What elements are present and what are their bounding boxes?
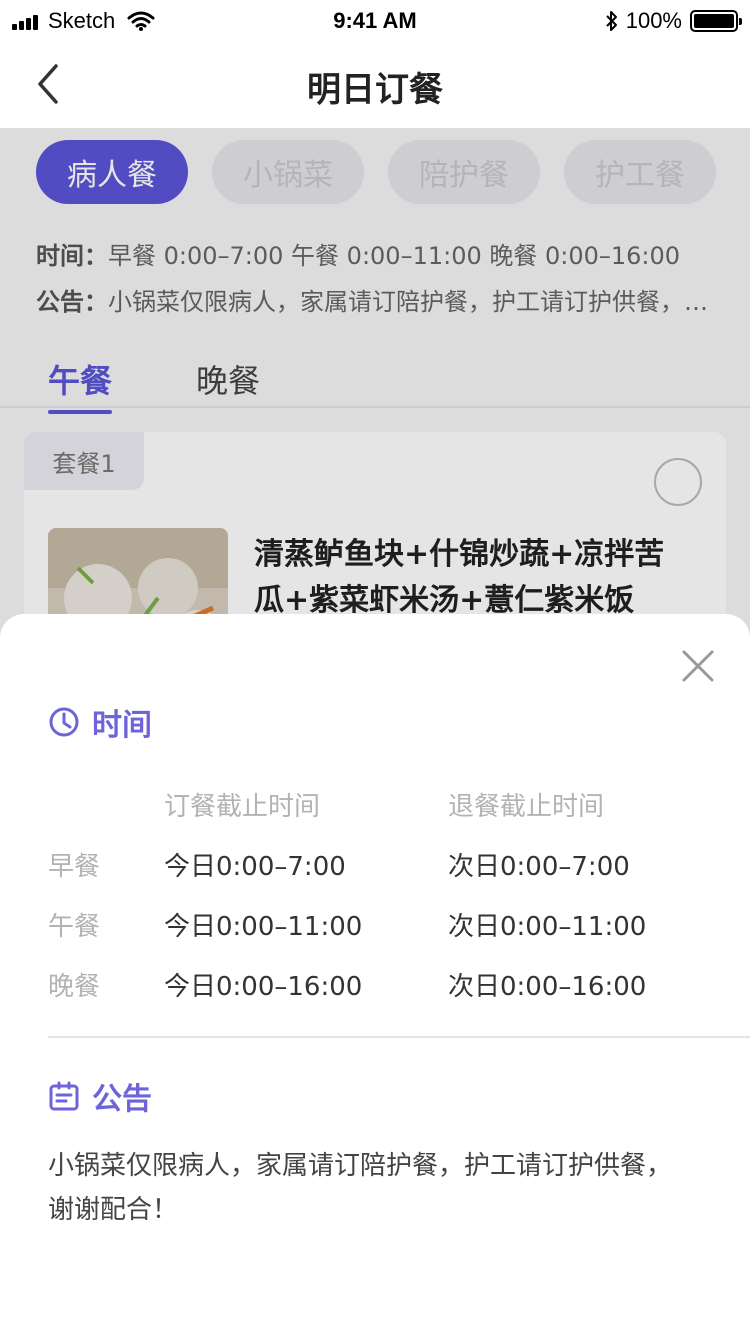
bluetooth-icon bbox=[606, 11, 617, 31]
order-deadline: 今日0:00–11:00 bbox=[164, 911, 363, 942]
cancel-deadline: 次日0:00–16:00 bbox=[448, 971, 647, 1002]
table-row: 晚餐 今日0:00–16:00 次日0:00–16:00 bbox=[48, 954, 708, 1014]
notice-section-label: 公告 bbox=[92, 1082, 152, 1117]
battery-percent: 100% bbox=[625, 8, 682, 33]
clock-icon bbox=[49, 707, 79, 737]
cancel-deadline: 次日0:00–11:00 bbox=[448, 911, 647, 942]
table-row: 早餐 今日0:00–7:00 次日0:00–7:00 bbox=[48, 834, 708, 894]
notice-text: 小锅菜仅限病人，家属请订陪护餐，护工请订护供餐，谢谢配合！ bbox=[48, 1151, 673, 1225]
status-right: 100% bbox=[604, 8, 742, 34]
status-bar: Sketch 9:41 AM 100% bbox=[0, 0, 750, 40]
meal-label: 晚餐 bbox=[48, 971, 101, 1002]
order-deadline-header: 订餐截止时间 bbox=[164, 791, 321, 822]
table-row: 午餐 今日0:00–11:00 次日0:00–11:00 bbox=[48, 894, 708, 954]
deadline-table: 订餐截止时间 退餐截止时间 早餐 今日0:00–7:00 次日0:00–7:00… bbox=[48, 774, 708, 1014]
cancel-deadline: 次日0:00–7:00 bbox=[448, 851, 630, 882]
order-deadline: 今日0:00–7:00 bbox=[164, 851, 346, 882]
nav-bar: 明日订餐 bbox=[0, 40, 750, 128]
cancel-deadline-header: 退餐截止时间 bbox=[448, 791, 605, 822]
close-button[interactable] bbox=[674, 642, 722, 690]
close-icon bbox=[682, 650, 714, 682]
meal-label: 午餐 bbox=[48, 911, 101, 942]
battery-icon bbox=[690, 10, 742, 32]
info-sheet: 时间 订餐截止时间 退餐截止时间 早餐 今日0:00–7:00 次日0:00–7… bbox=[0, 614, 750, 1334]
time-section-label: 时间 bbox=[92, 708, 152, 743]
order-deadline: 今日0:00–16:00 bbox=[164, 971, 363, 1002]
meal-label: 早餐 bbox=[48, 851, 101, 882]
notice-section-title: 公告 bbox=[48, 1074, 152, 1118]
notice-icon bbox=[49, 1081, 79, 1111]
section-divider bbox=[48, 1036, 750, 1038]
page-title: 明日订餐 bbox=[307, 70, 443, 110]
table-header-row: 订餐截止时间 退餐截止时间 bbox=[48, 774, 708, 834]
time-section-title: 时间 bbox=[48, 700, 152, 744]
